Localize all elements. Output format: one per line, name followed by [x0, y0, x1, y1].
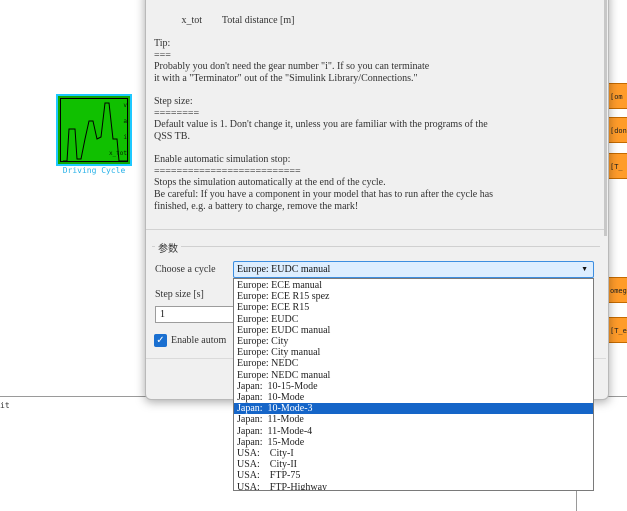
group-divider: [152, 246, 600, 247]
block-caption: Driving Cycle: [62, 166, 126, 175]
cycle-option[interactable]: Europe: ECE R15 spez: [234, 291, 593, 302]
port-label: v: [123, 102, 127, 109]
description-line: ===: [154, 49, 171, 61]
driving-cycle-block[interactable]: v a i x_tot: [56, 94, 132, 166]
description-line: QSS TB.: [154, 131, 190, 142]
cycle-option[interactable]: Europe: NEDC manual: [234, 370, 593, 381]
cycle-option[interactable]: USA: FTP-Highway: [234, 482, 593, 490]
cycle-dropdown-list[interactable]: Europe: ECE manual Europe: ECE R15 spez Eu…: [233, 278, 594, 491]
description-line: Stops the simulation automatically at th…: [154, 177, 386, 189]
cycle-option[interactable]: Japan: 11-Mode: [234, 414, 593, 425]
port-label: a: [123, 118, 127, 125]
description-line: Be careful: If you have a component in y…: [154, 189, 494, 200]
cycle-option[interactable]: Europe: City manual: [234, 347, 593, 358]
description-line: Enable automatic simulation stop:: [154, 154, 291, 166]
cycle-option[interactable]: Japan: 15-Mode: [234, 437, 593, 448]
description-line: Default value is 1. Don't change it, unl…: [154, 119, 488, 131]
description-line: it with a "Terminator" out of the "Simul…: [154, 73, 418, 84]
choose-cycle-label: Choose a cycle: [155, 264, 216, 275]
canvas-stub-text: it: [0, 401, 10, 410]
cycle-option[interactable]: Japan: 10-Mode-3: [234, 403, 593, 415]
port-label: x_tot: [108, 150, 127, 157]
cycle-option[interactable]: USA: City-II: [234, 459, 593, 470]
cycle-option[interactable]: Europe: ECE manual: [234, 280, 593, 291]
cycle-option[interactable]: Japan: 10-Mode: [234, 392, 593, 403]
cycle-option[interactable]: Europe: EUDC manual: [234, 325, 593, 336]
description-line: Step size:: [154, 96, 193, 108]
cycle-option[interactable]: Europe: EUDC: [234, 314, 593, 325]
description-line: finished, e.g. a battery to charge, remo…: [154, 200, 359, 212]
cycle-select-value: Europe: EUDC manual: [237, 264, 331, 275]
description-scrollbar[interactable]: [604, 0, 607, 236]
cycle-option[interactable]: Japan: 10-15-Mode: [234, 381, 593, 392]
block-description: x_tot Total distance [m] Tip: === Probably …: [146, 0, 605, 230]
description-line: ==========================: [154, 165, 301, 177]
cycle-option[interactable]: USA: FTP-75: [234, 470, 593, 481]
port-label: i: [123, 134, 127, 141]
description-line: x_tot Total distance [m]: [154, 15, 295, 26]
step-size-label: Step size [s]: [155, 289, 204, 300]
step-size-input[interactable]: 1: [155, 306, 235, 323]
enable-stop-checkbox[interactable]: ✓: [154, 334, 167, 347]
chevron-down-icon[interactable]: ▼: [581, 262, 588, 277]
description-line: Probably you don't need the gear number …: [154, 61, 430, 73]
description-line: Tip:: [154, 38, 171, 50]
cycle-option[interactable]: Europe: City: [234, 336, 593, 347]
cycle-option[interactable]: USA: City-I: [234, 448, 593, 459]
cycle-option[interactable]: Europe: ECE R15: [234, 302, 593, 313]
description-line: ========: [154, 107, 200, 119]
cycle-select[interactable]: Europe: EUDC manual ▼: [233, 261, 594, 278]
parameters-group-label: 参数: [155, 240, 181, 255]
cycle-option[interactable]: Japan: 11-Mode-4: [234, 426, 593, 437]
signal-line: [0, 396, 148, 397]
enable-stop-label: Enable autom: [171, 335, 227, 346]
cycle-option[interactable]: Europe: NEDC: [234, 358, 593, 369]
